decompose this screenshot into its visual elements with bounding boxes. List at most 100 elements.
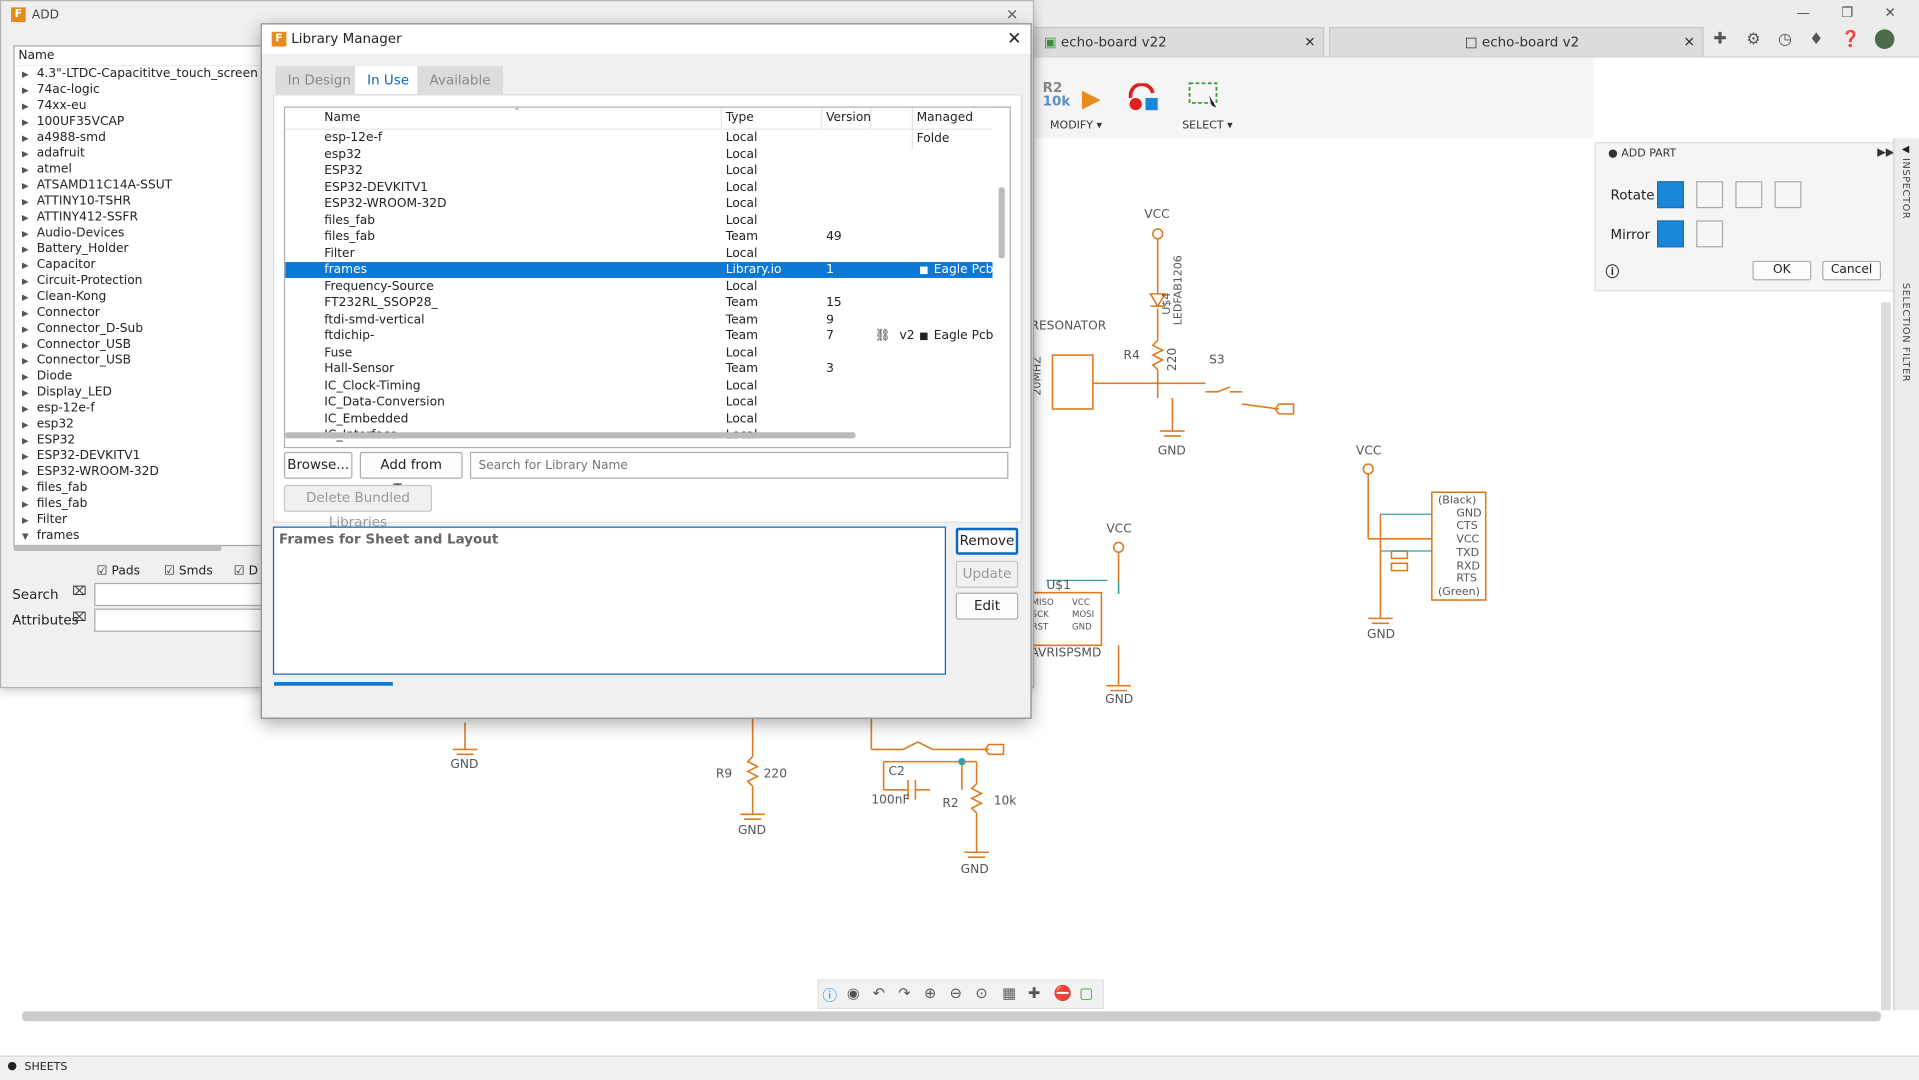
- tree-item[interactable]: ▶ files_fab: [15, 496, 266, 512]
- tree-item[interactable]: ▶ ATSAMD11C14A-SSUT: [15, 178, 266, 194]
- chevron-right-icon[interactable]: ▶: [22, 99, 37, 115]
- library-tree[interactable]: Name ▶ 4.3"-LTDC-Capacititve_touch_screen…: [13, 45, 267, 547]
- tree-item[interactable]: ▶ 4.3"-LTDC-Capacititve_touch_screen: [15, 66, 266, 82]
- table-row[interactable]: IC_Data-Conversion Local: [285, 394, 992, 410]
- chevron-right-icon[interactable]: ▶: [22, 227, 37, 243]
- chevron-right-icon[interactable]: ▶: [22, 386, 37, 402]
- table-row[interactable]: files_fab Local: [285, 212, 992, 228]
- table-row[interactable]: ftdi-smd-vertical Team 9: [285, 312, 992, 328]
- redo-icon[interactable]: ↷: [898, 984, 910, 1001]
- tree-item[interactable]: ▶ ESP32-DEVKITV1: [15, 448, 266, 464]
- table-row[interactable]: IC_Clock-Timing Local: [285, 378, 992, 394]
- table-row[interactable]: FT232RL_SSOP28_ Team 15: [285, 295, 992, 311]
- tree-item[interactable]: ▶ Filter: [15, 512, 266, 528]
- add-window-close-icon[interactable]: ✕: [1006, 6, 1018, 23]
- undo-icon[interactable]: ↶: [873, 984, 885, 1001]
- chevron-right-icon[interactable]: ▶: [22, 115, 37, 131]
- chevron-right-icon[interactable]: ▶: [22, 306, 37, 322]
- mirror-on-button[interactable]: [1696, 220, 1724, 248]
- chevron-right-icon[interactable]: ▶: [22, 465, 37, 481]
- rotate-90-button[interactable]: [1696, 181, 1724, 209]
- horizontal-scrollbar[interactable]: [22, 1011, 1881, 1022]
- chevron-right-icon[interactable]: ▶: [22, 67, 37, 83]
- table-row[interactable]: esp32 Local: [285, 146, 992, 162]
- chevron-right-icon[interactable]: ▶: [22, 338, 37, 354]
- chevron-right-icon[interactable]: ▶: [22, 195, 37, 211]
- sheets-toggle-icon[interactable]: ●: [7, 1060, 17, 1072]
- col-link-header[interactable]: [870, 107, 908, 129]
- col-name-header[interactable]: Name: [324, 108, 360, 129]
- stop-icon[interactable]: ⛔: [1054, 984, 1072, 1001]
- table-row[interactable]: files_fab Team 49: [285, 229, 992, 245]
- tree-item[interactable]: ▶ ESP32-WROOM-32D: [15, 464, 266, 480]
- tree-item[interactable]: ▶ 74xx-eu: [15, 98, 266, 114]
- edit-button[interactable]: Edit: [955, 592, 1019, 620]
- chevron-right-icon[interactable]: ▶: [22, 370, 37, 386]
- table-row[interactable]: Frequency-Source Local: [285, 279, 992, 295]
- chevron-right-icon[interactable]: ▶: [22, 449, 37, 465]
- zoom-out-icon[interactable]: ⊖: [950, 984, 962, 1001]
- vertical-scrollbar[interactable]: [1880, 302, 1891, 1011]
- table-row[interactable]: Hall-Sensor Team 3: [285, 361, 992, 377]
- tree-item[interactable]: ▶ files_fab: [15, 480, 266, 496]
- tree-item[interactable]: ▶ esp-12e-f: [15, 400, 266, 416]
- tab-in-design[interactable]: In Design: [275, 66, 364, 95]
- tree-item[interactable]: ▶ Diode: [15, 369, 266, 385]
- library-search-input[interactable]: [469, 451, 1009, 479]
- sheets-label[interactable]: SHEETS: [24, 1062, 67, 1074]
- tree-item[interactable]: ▶ a4988-smd: [15, 130, 266, 146]
- chevron-right-icon[interactable]: ▶: [22, 211, 37, 227]
- add-icon[interactable]: ✚: [1028, 984, 1040, 1001]
- dialog-close-icon[interactable]: ✕: [1007, 24, 1021, 53]
- tree-item[interactable]: ▶ Capacitor: [15, 257, 266, 273]
- tree-item[interactable]: ▶ Battery_Holder: [15, 241, 266, 257]
- chevron-right-icon[interactable]: ▶: [22, 418, 37, 434]
- col-type-header[interactable]: Type: [720, 107, 754, 129]
- remove-button[interactable]: Remove: [955, 527, 1019, 555]
- chevron-right-icon[interactable]: ▶: [22, 402, 37, 418]
- table-row[interactable]: frames Library.io 1 Eagle Pcb ■: [285, 262, 993, 278]
- table-row[interactable]: Fuse Local: [285, 345, 992, 361]
- zoom-in-icon[interactable]: ⊕: [924, 984, 936, 1001]
- tree-item[interactable]: ▼ frames: [15, 528, 266, 544]
- chevron-right-icon[interactable]: ▶: [22, 258, 37, 274]
- table-row[interactable]: ftdichip- Team 7 v2 Eagle Pcb ⛓ ■: [285, 328, 993, 344]
- chevron-right-icon[interactable]: ▶: [22, 354, 37, 370]
- tree-item[interactable]: ▶ Display_LED: [15, 384, 266, 400]
- d-checkbox[interactable]: ☑ D: [234, 564, 258, 577]
- rotate-0-button[interactable]: [1657, 181, 1684, 209]
- tree-item[interactable]: ▶ Connector: [15, 305, 266, 321]
- tree-item[interactable]: ▶ Connector_USB: [15, 353, 266, 369]
- rotate-270-button[interactable]: [1774, 181, 1802, 209]
- chevron-down-icon[interactable]: ▼: [22, 529, 37, 545]
- delete-bundled-button[interactable]: Delete Bundled Libraries: [283, 484, 433, 530]
- browse-button[interactable]: Browse...: [283, 451, 353, 479]
- tree-item[interactable]: ▶ ESP32: [15, 432, 266, 448]
- chevron-right-icon[interactable]: ▶: [22, 481, 37, 497]
- search-input[interactable]: [94, 582, 269, 607]
- expand-icon[interactable]: ▶▶: [1877, 147, 1894, 159]
- cancel-button[interactable]: Cancel: [1822, 260, 1881, 281]
- table-row[interactable]: Filter Local: [285, 246, 992, 262]
- list-v-scrollbar[interactable]: [998, 187, 1005, 259]
- table-row[interactable]: ESP32-DEVKITV1 Local: [285, 179, 992, 195]
- tree-item[interactable]: ▶ adafruit: [15, 146, 266, 162]
- chevron-right-icon[interactable]: ▶: [22, 274, 37, 290]
- inspector-tab[interactable]: INSPECTOR: [1901, 158, 1912, 219]
- select-area-icon[interactable]: ▢: [1079, 984, 1093, 1001]
- selection-filter-tab[interactable]: SELECTION FILTER: [1901, 283, 1912, 382]
- tree-item[interactable]: ▶ Circuit-Protection: [15, 273, 266, 289]
- link-icon[interactable]: ⛓: [875, 328, 891, 344]
- tree-item[interactable]: ▶ Audio-Devices: [15, 225, 266, 241]
- list-h-scrollbar[interactable]: [285, 432, 856, 439]
- panel-collapse-icon[interactable]: ◀: [1902, 143, 1910, 154]
- table-row[interactable]: ESP32-WROOM-32D Local: [285, 196, 992, 212]
- clear-attributes-icon[interactable]: ⌧: [72, 611, 86, 624]
- chevron-right-icon[interactable]: ▶: [22, 322, 37, 338]
- chevron-right-icon[interactable]: ▶: [22, 147, 37, 163]
- chevron-right-icon[interactable]: ▶: [22, 242, 37, 258]
- col-version-header[interactable]: Version: [821, 107, 871, 129]
- eye-icon[interactable]: ◉: [847, 984, 860, 1001]
- chevron-right-icon[interactable]: ▶: [22, 179, 37, 195]
- clear-search-icon[interactable]: ⌧: [72, 585, 86, 598]
